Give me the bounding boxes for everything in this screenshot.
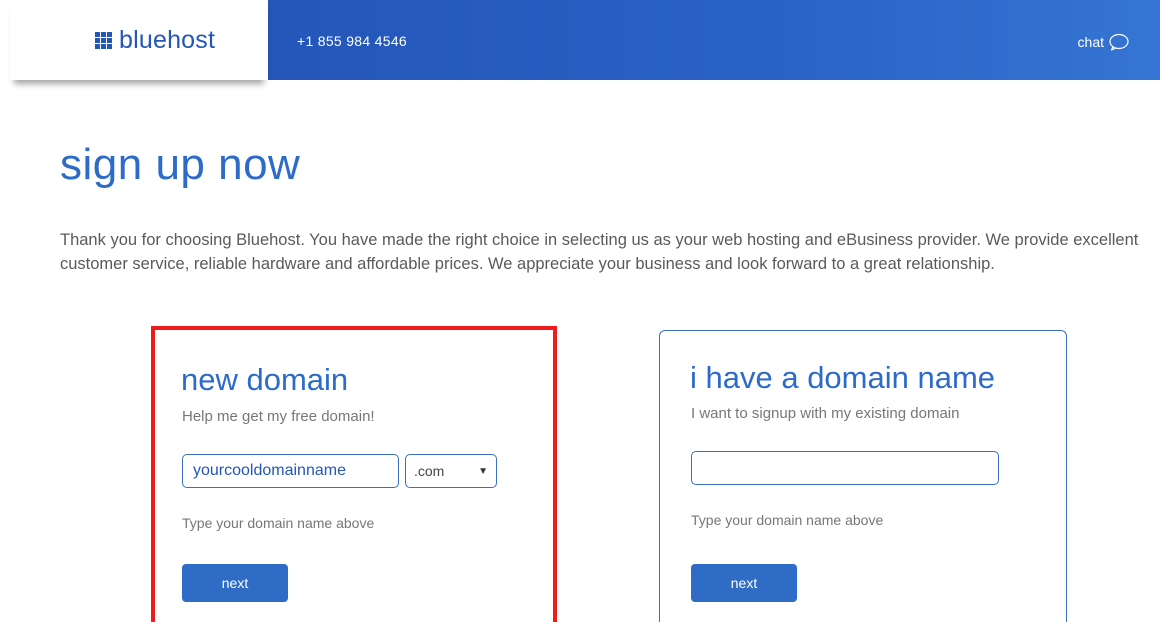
chat-bubble-icon: [1109, 33, 1129, 51]
new-domain-input[interactable]: [182, 454, 399, 488]
tld-select[interactable]: .com ▼: [405, 454, 497, 488]
intro-text: Thank you for choosing Bluehost. You hav…: [60, 231, 1139, 273]
existing-domain-hint: Type your domain name above: [691, 512, 884, 528]
grid-logo-icon: [95, 31, 112, 49]
new-domain-subtitle: Help me get my free domain!: [182, 408, 375, 425]
phone-number[interactable]: +1 855 984 4546: [297, 33, 407, 49]
new-domain-card: new domain Help me get my free domain! .…: [151, 326, 557, 622]
site-header: bluehost +1 855 984 4546 chat: [0, 0, 1160, 80]
logo-text: bluehost: [119, 25, 216, 54]
new-domain-hint: Type your domain name above: [182, 515, 375, 531]
existing-domain-title: i have a domain name: [690, 360, 996, 395]
page-title: sign up now: [60, 140, 301, 189]
new-domain-title: new domain: [181, 362, 349, 397]
tld-selected-value: .com: [414, 463, 445, 479]
triangle-down-icon: ▼: [478, 465, 488, 477]
new-domain-next-button[interactable]: next: [182, 564, 288, 602]
existing-domain-card: i have a domain name I want to signup wi…: [659, 330, 1067, 622]
chat-label: chat: [1077, 34, 1104, 50]
logo[interactable]: bluehost: [10, 0, 268, 80]
existing-domain-next-button[interactable]: next: [691, 564, 797, 602]
existing-domain-input[interactable]: [691, 451, 999, 485]
existing-domain-subtitle: I want to signup with my existing domain: [691, 405, 960, 422]
chat-link[interactable]: chat: [1078, 33, 1130, 51]
